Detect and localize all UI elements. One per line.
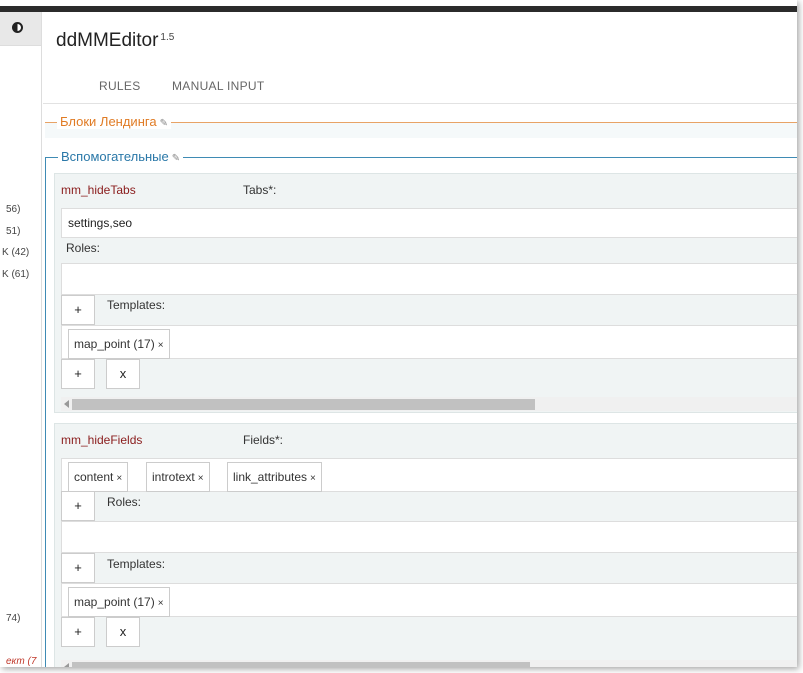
times-icon[interactable]: × (198, 473, 204, 484)
group-auxiliary: Вспомогательные ✎ mm_hideTabs Tabs*: sett… (45, 149, 797, 667)
rule-name: mm_hideFields (61, 433, 143, 447)
chip-label: content (74, 470, 114, 484)
app-title: ddMMEditor (56, 30, 159, 51)
add-role-button[interactable]: + (61, 295, 95, 325)
field-chip[interactable]: content × (68, 462, 129, 492)
add-template-button[interactable]: + (61, 617, 95, 647)
rule-param-label: Fields*: (243, 433, 284, 447)
horizontal-scrollbar[interactable] (61, 660, 797, 667)
tab-rules[interactable]: RULES (99, 79, 141, 93)
remove-rule-button[interactable]: x (106, 359, 140, 389)
document-tree-panel: 56) 51) Κ (42) Κ (61) 74) ект (7 (0, 12, 42, 667)
chip-label: introtext (152, 470, 195, 484)
templates-input[interactable]: map_point (17) × (61, 583, 797, 617)
rule-mm-hideTabs: mm_hideTabs Tabs*: settings,seo Roles: +… (54, 173, 797, 413)
group-title-text: Блоки Лендинга (60, 114, 157, 129)
roles-input[interactable] (61, 263, 797, 295)
template-chip[interactable]: map_point (17) × (68, 587, 170, 617)
templates-input[interactable]: map_point (17) × (61, 325, 797, 359)
tree-item[interactable]: 56) (6, 204, 20, 215)
pencil-icon[interactable]: ✎ (160, 118, 168, 129)
horizontal-scrollbar[interactable] (61, 397, 797, 411)
scrollbar-thumb[interactable] (72, 662, 530, 667)
rule-mm-hideFields: mm_hideFields Fields*: content × introtex… (54, 423, 797, 667)
templates-label: Templates: (107, 298, 166, 312)
fields-input[interactable]: content × introtext × link_attributes × (61, 458, 797, 492)
tabs-value: settings,seo (68, 216, 133, 230)
pencil-icon[interactable]: ✎ (172, 153, 180, 164)
template-chip[interactable]: map_point (17) × (68, 329, 170, 359)
chip-label: map_point (17) (74, 595, 155, 609)
templates-label: Templates: (107, 557, 166, 571)
app-version: 1.5 (160, 32, 175, 43)
rule-param-label: Tabs*: (243, 183, 277, 197)
roles-label: Roles: (66, 241, 101, 255)
chip-label: map_point (17) (74, 337, 155, 351)
remove-rule-button[interactable]: x (106, 617, 140, 647)
group-landing-blocks: Блоки Лендинга ✎ (45, 114, 797, 138)
half-circle-icon[interactable] (12, 22, 23, 33)
tree-header (0, 12, 41, 46)
tree-item[interactable]: Κ (61) (2, 269, 29, 280)
field-chip[interactable]: link_attributes × (227, 462, 322, 492)
tree-item[interactable]: 74) (6, 613, 20, 624)
tree-item[interactable]: ект (7 (6, 656, 36, 667)
tree-item[interactable]: Κ (42) (2, 247, 29, 258)
group-title[interactable]: Вспомогательные ✎ (58, 149, 184, 164)
editor-main: ddMMEditor 1.5 RULES MANUAL INPUT Блоки Л… (43, 12, 797, 667)
field-chip[interactable]: introtext × (146, 462, 210, 492)
page-title: ddMMEditor 1.5 (56, 30, 174, 52)
tab-bar: RULES MANUAL INPUT (43, 70, 797, 104)
times-icon[interactable]: × (158, 598, 164, 609)
roles-input[interactable] (61, 521, 797, 553)
scroll-left-icon[interactable] (64, 663, 69, 667)
scroll-left-icon[interactable] (64, 400, 69, 408)
roles-label: Roles: (107, 495, 142, 509)
scrollbar-thumb[interactable] (72, 399, 535, 410)
app-window: 56) 51) Κ (42) Κ (61) 74) ект (7 ddMMEdi… (0, 0, 797, 667)
rule-name: mm_hideTabs (61, 183, 136, 197)
tree-item[interactable]: 51) (6, 226, 20, 237)
tabs-input[interactable]: settings,seo (61, 208, 797, 238)
tab-manual-input[interactable]: MANUAL INPUT (172, 79, 265, 93)
times-icon[interactable]: × (116, 473, 122, 484)
chip-label: link_attributes (233, 470, 308, 484)
times-icon[interactable]: × (158, 340, 164, 351)
add-template-button[interactable]: + (61, 359, 95, 389)
add-field-button[interactable]: + (61, 491, 95, 521)
group-title[interactable]: Блоки Лендинга ✎ (57, 114, 171, 129)
group-title-text: Вспомогательные (61, 149, 169, 164)
add-role-button[interactable]: + (61, 553, 95, 583)
times-icon[interactable]: × (310, 473, 316, 484)
